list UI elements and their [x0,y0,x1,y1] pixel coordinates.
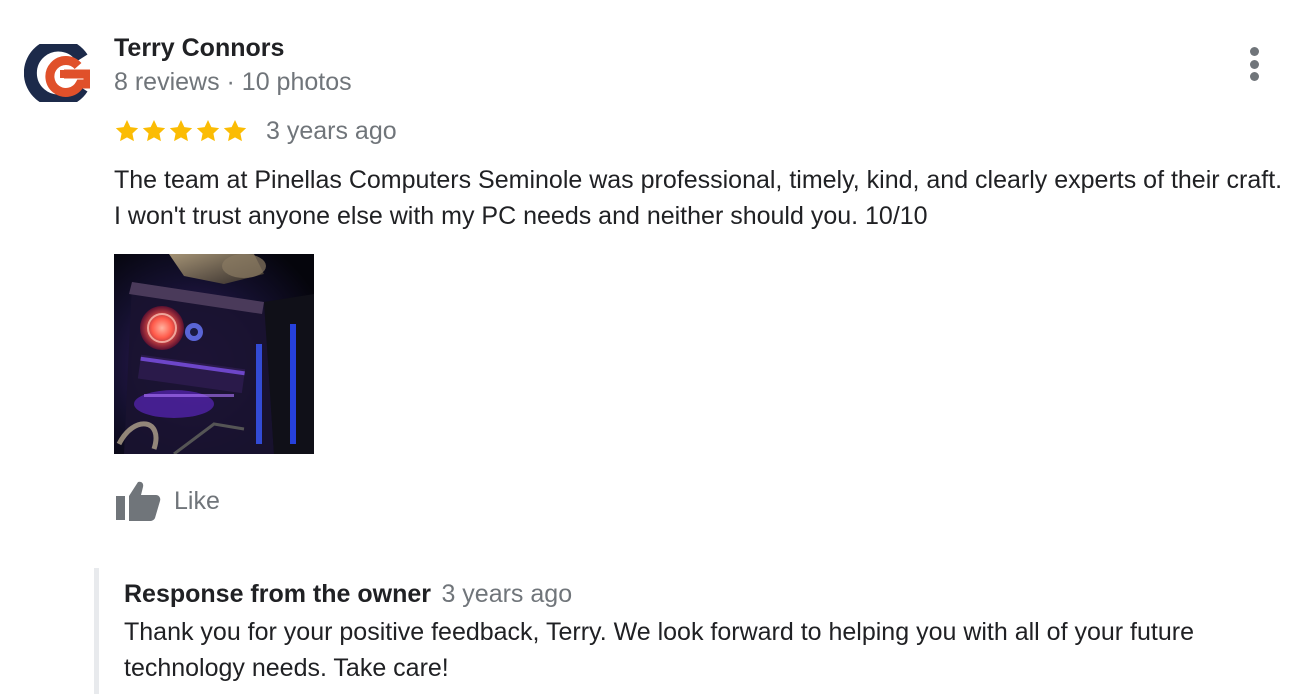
review-photo[interactable] [114,254,314,454]
star-icon [115,119,139,142]
star-icon [196,119,220,142]
star-rating [114,118,248,144]
owner-response-date: 3 years ago [441,580,573,608]
star-icon [142,119,166,142]
more-options-button[interactable] [1238,44,1270,84]
more-vertical-icon [1249,47,1259,56]
reviewer-stats: 8 reviews · 10 photos [114,68,352,96]
thumbs-up-icon [116,481,161,521]
company-logo-icon [23,38,93,108]
owner-response-title: Response from the owner [124,580,431,608]
owner-response-header: Response from the owner 3 years ago [124,580,1294,612]
pc-build-photo [114,254,314,454]
reviewer-name[interactable]: Terry Connors [114,34,284,63]
like-button[interactable]: Like [114,480,220,522]
like-label: Like [174,486,220,515]
owner-response-text: Thank you for your positive feedback, Te… [124,618,1194,682]
owner-response: Response from the owner 3 years ago Than… [94,568,1294,694]
review-card: Terry Connors 8 reviews · 10 photos 3 ye… [0,0,1316,694]
avatar[interactable] [23,38,93,108]
star-icon [169,119,193,142]
star-icon [223,119,247,142]
rating-row: 3 years ago [114,114,397,148]
review-date: 3 years ago [266,116,397,145]
review-text: The team at Pinellas Computers Seminole … [114,166,1283,230]
